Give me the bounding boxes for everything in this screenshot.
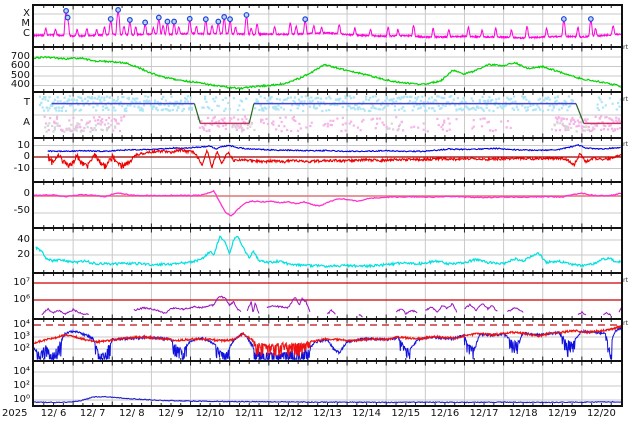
y-axis-label: 10³ xyxy=(13,331,30,342)
y-axis-label: T xyxy=(23,97,30,108)
x-axis-label: 12/13 xyxy=(313,408,342,419)
x-axis-label: 12/20 xyxy=(587,408,616,419)
x-axis-label: 12/19 xyxy=(547,408,577,419)
y-axis-label: 10⁶ xyxy=(13,294,30,305)
x-axis-label: 12/18 xyxy=(508,408,538,419)
space-weather-summary-plot: X M C 700 600 500 400 T A 10 0 -10 0 -50 40 20 10⁷ 10⁶ 10⁴… xyxy=(0,0,634,424)
panel-density xyxy=(34,229,621,272)
x-axis-label: 12/ 7 xyxy=(79,408,106,419)
x-axis-label: 12/15 xyxy=(391,408,421,419)
rt-label: rt xyxy=(623,140,629,148)
y-axis-label: 40 xyxy=(17,234,30,245)
flare-marker xyxy=(302,16,309,23)
flare-marker xyxy=(142,19,149,26)
plot-frame xyxy=(32,4,623,407)
panel-geomag-condition xyxy=(34,93,621,137)
rt-label: rt xyxy=(623,95,629,103)
flare-marker xyxy=(155,14,162,21)
flare-marker xyxy=(202,16,209,23)
rt-label: rt xyxy=(623,319,629,327)
flare-marker xyxy=(126,17,133,23)
y-axis-label: 10⁰ xyxy=(13,394,30,405)
flare-marker xyxy=(107,16,114,22)
flare-marker xyxy=(115,7,122,13)
flare-marker xyxy=(221,14,228,20)
x-axis-label: 12/ 6 xyxy=(40,408,67,419)
y-axis-label: 10² xyxy=(13,380,30,391)
panel-proton-flux xyxy=(34,274,621,318)
flare-marker xyxy=(243,12,250,18)
y-axis-label: 10⁷ xyxy=(13,277,30,288)
y-axis-label: 400 xyxy=(10,79,30,90)
flare-marker xyxy=(186,15,193,22)
flare-marker xyxy=(63,7,69,14)
year-label: 2025 xyxy=(2,408,28,419)
y-axis-label: 20 xyxy=(17,249,30,260)
x-axis-label: 12/14 xyxy=(352,408,382,419)
rt-label: rt xyxy=(623,276,629,284)
flare-marker xyxy=(164,18,171,25)
x-axis-label: 12/17 xyxy=(469,408,499,419)
x-axis-label: 12/10 xyxy=(195,408,225,419)
flare-marker xyxy=(587,16,594,22)
flare-marker xyxy=(560,16,567,22)
y-axis-label: 0 xyxy=(23,188,30,199)
panel-imf xyxy=(34,139,621,181)
y-axis-label: 10 xyxy=(17,140,30,151)
y-axis-label: 10⁴ xyxy=(13,319,30,330)
flare-marker xyxy=(171,18,177,25)
y-axis-label: 10² xyxy=(13,343,30,354)
y-axis-label: 10⁴ xyxy=(13,366,30,377)
flare-marker xyxy=(64,14,71,21)
y-axis-label: -10 xyxy=(13,163,30,174)
y-axis-label: C xyxy=(23,28,30,39)
x-axis-label: 12/ 8 xyxy=(119,408,145,419)
panel-xray-flux xyxy=(34,6,621,46)
panel-dst xyxy=(34,183,621,227)
panel-solar-wind-speed xyxy=(34,48,621,91)
x-axis-label: 12/ 9 xyxy=(158,408,184,419)
x-axis-label: 12/11 xyxy=(234,408,264,419)
panel-low-energy xyxy=(34,362,621,405)
flare-marker xyxy=(227,16,233,23)
y-axis-label: A xyxy=(23,117,30,128)
rt-label: rt xyxy=(623,43,629,51)
y-axis-label: -50 xyxy=(13,205,30,216)
x-axis-label: 12/12 xyxy=(273,408,303,419)
panel-electron-flux xyxy=(34,320,621,360)
flare-marker xyxy=(215,18,222,25)
x-axis-label: 12/16 xyxy=(430,408,460,419)
y-axis-label: 0 xyxy=(23,151,30,162)
